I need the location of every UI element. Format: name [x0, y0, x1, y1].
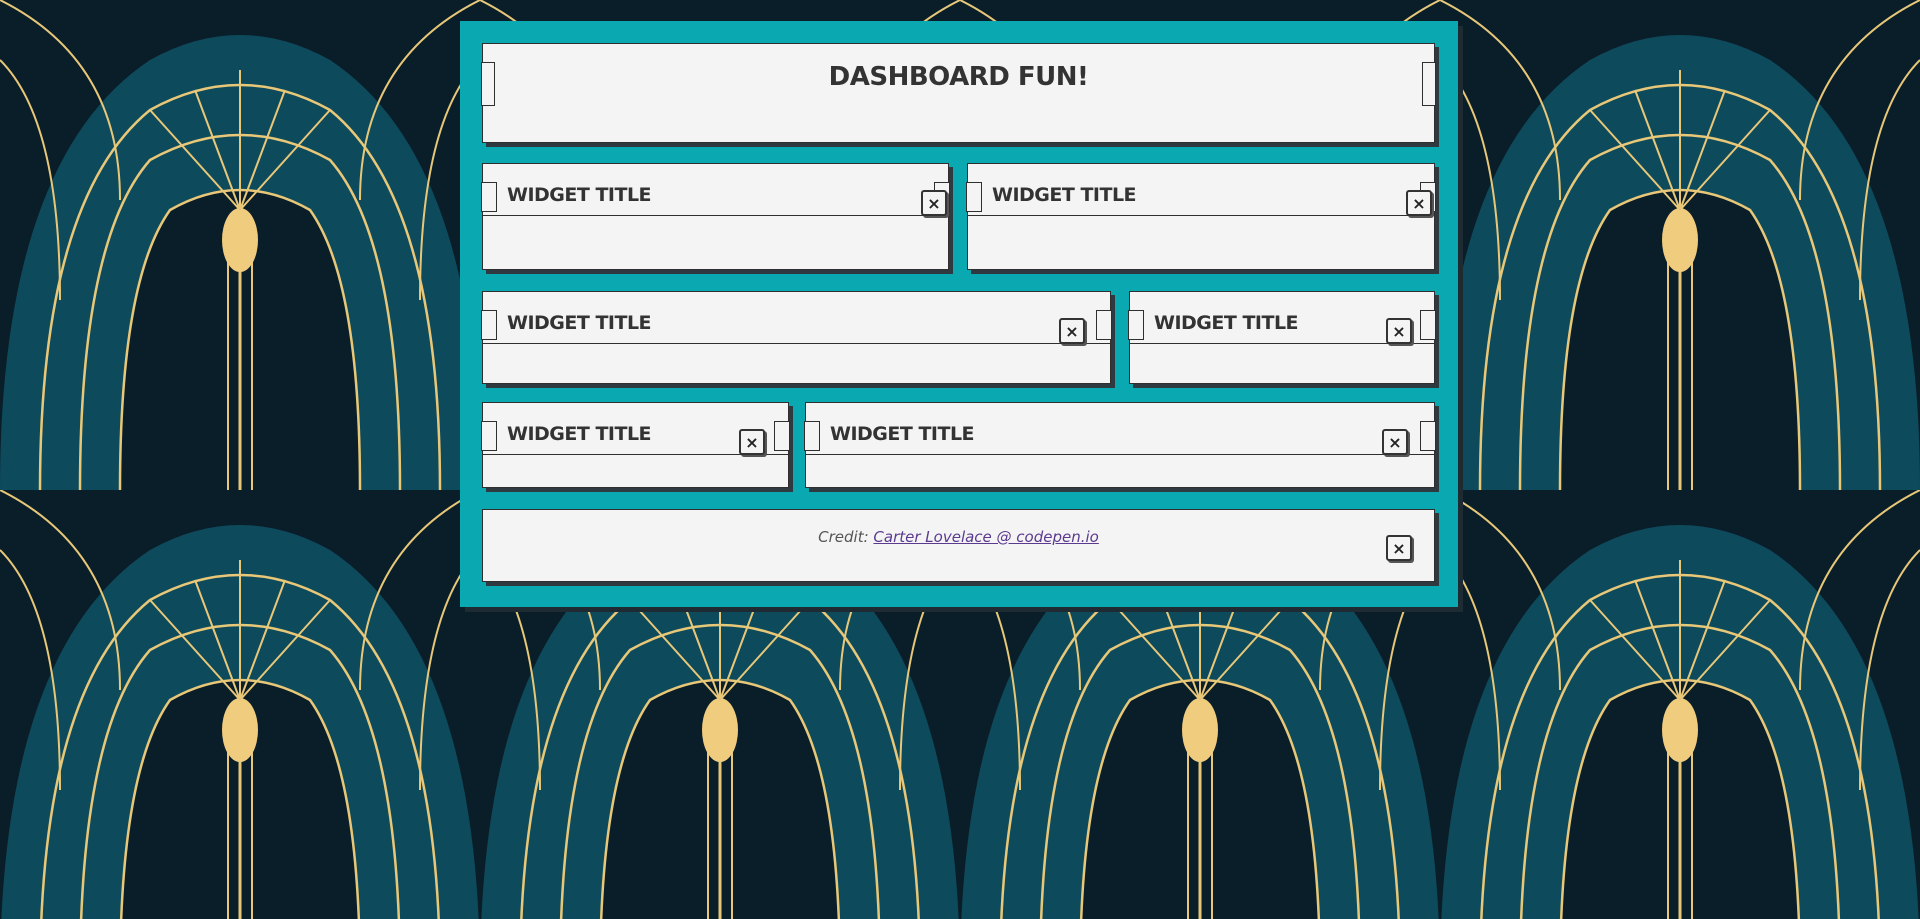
widget-5: WIDGET TITLE × — [481, 402, 790, 488]
page-title: DASHBOARD FUN! — [828, 62, 1089, 92]
widget-divider — [483, 215, 948, 216]
widget-3: WIDGET TITLE × — [481, 291, 1112, 384]
widget-title: WIDGET TITLE — [1154, 312, 1299, 334]
widget-left-tab — [481, 421, 497, 451]
dashboard-container: DASHBOARD FUN! WIDGET TITLE × WIDGET TIT… — [460, 21, 1458, 607]
widget-right-tab — [774, 421, 790, 451]
credit-link[interactable]: Carter Lovelace @ codepen.io — [873, 528, 1098, 546]
close-button[interactable]: × — [921, 190, 947, 216]
widget-divider — [968, 215, 1434, 216]
close-button[interactable]: × — [1059, 318, 1085, 344]
widget-title: WIDGET TITLE — [830, 423, 975, 445]
widget-6: WIDGET TITLE × — [804, 402, 1436, 488]
close-button[interactable]: × — [739, 429, 765, 455]
widget-2: WIDGET TITLE × — [966, 163, 1436, 270]
widget-right-tab — [1096, 310, 1112, 340]
close-button[interactable]: × — [1386, 318, 1412, 344]
widget-left-tab — [481, 310, 497, 340]
widget-divider — [483, 343, 1110, 344]
close-button[interactable]: × — [1386, 535, 1412, 561]
widget-right-tab — [1420, 310, 1436, 340]
widget-left-tab — [804, 421, 820, 451]
widget-4: WIDGET TITLE × — [1128, 291, 1436, 384]
widget-title: WIDGET TITLE — [992, 184, 1137, 206]
footer-panel: Credit: Carter Lovelace @ codepen.io × — [482, 509, 1435, 582]
widget-title: WIDGET TITLE — [507, 184, 652, 206]
widget-1: WIDGET TITLE × — [481, 163, 950, 270]
credit-prefix: Credit: — [818, 528, 869, 546]
close-button[interactable]: × — [1406, 190, 1432, 216]
close-button[interactable]: × — [1382, 429, 1408, 455]
widget-divider — [806, 454, 1434, 455]
widget-title: WIDGET TITLE — [507, 423, 652, 445]
widget-left-tab — [481, 182, 497, 212]
widget-right-tab — [1420, 421, 1436, 451]
credit-line: Credit: Carter Lovelace @ codepen.io — [483, 528, 1434, 546]
dashboard-header: DASHBOARD FUN! — [481, 43, 1436, 143]
widget-left-tab — [1128, 310, 1144, 340]
widget-title: WIDGET TITLE — [507, 312, 652, 334]
widget-left-tab — [966, 182, 982, 212]
